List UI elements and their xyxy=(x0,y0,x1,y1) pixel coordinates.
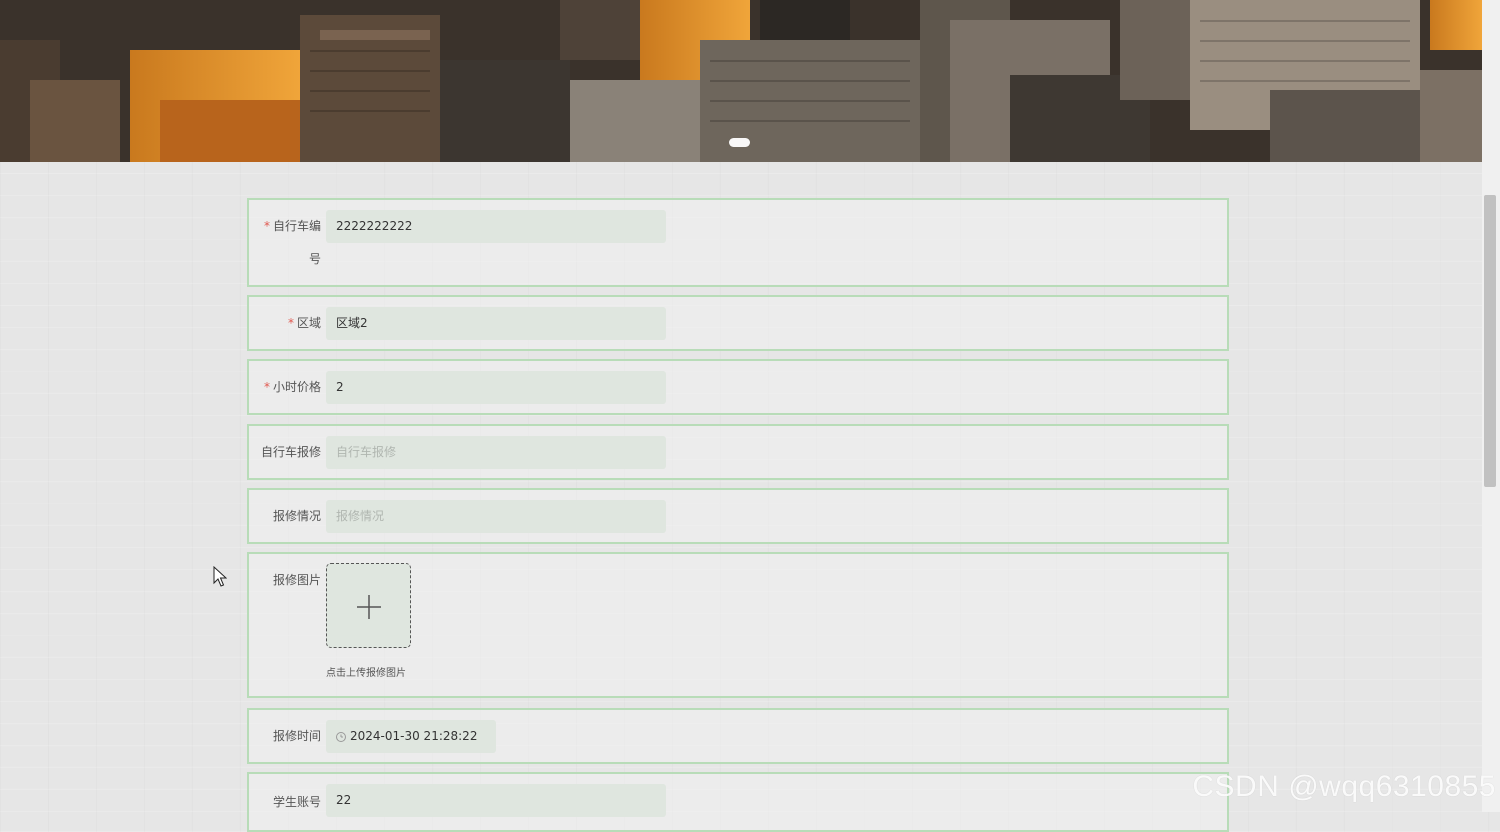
repair-time-picker[interactable]: 2024-01-30 21:28:22 xyxy=(326,720,496,753)
form-row-repair-status: 报修情况 报修情况 xyxy=(247,488,1229,544)
repair-time-label: 报修时间 xyxy=(272,729,321,743)
bike-number-label-line2: 号 xyxy=(308,252,321,266)
area-label-text: 区域 xyxy=(296,316,321,330)
bike-number-label: * 自行车编 xyxy=(255,210,321,243)
image-upload-box[interactable] xyxy=(326,563,411,648)
watermark-text: CSDN @wqq6310855 xyxy=(1192,770,1496,803)
plus-icon xyxy=(357,595,381,619)
form-row-hourly-price: * 小时价格 2 xyxy=(247,359,1229,415)
carousel-indicator-dot[interactable] xyxy=(729,138,750,147)
cursor-icon xyxy=(213,566,227,587)
repair-image-label: 报修图片 xyxy=(272,573,321,587)
bike-number-input[interactable]: 2222222222 xyxy=(326,210,666,243)
area-label: * 区域 xyxy=(255,307,321,340)
required-mark: * xyxy=(263,380,270,394)
form-row-student-account: 学生账号 22 xyxy=(247,772,1229,832)
hourly-price-label-text: 小时价格 xyxy=(272,380,321,394)
hourly-price-input[interactable]: 2 xyxy=(326,371,666,404)
student-account-label: 学生账号 xyxy=(272,795,321,809)
clock-icon xyxy=(336,732,346,742)
page-scrollbar[interactable] xyxy=(1482,0,1500,812)
form-row-repair-image: 报修图片 点击上传报修图片 xyxy=(247,552,1229,698)
form-row-bike-repair: 自行车报修 自行车报修 xyxy=(247,424,1229,480)
required-mark: * xyxy=(263,219,270,233)
bike-number-label-line1: 自行车编 xyxy=(272,219,321,233)
form-row-area: * 区域 区域2 xyxy=(247,295,1229,351)
form-row-bike-number: * 自行车编 号 2222222222 xyxy=(247,198,1229,287)
repair-status-label: 报修情况 xyxy=(272,509,321,523)
required-mark: * xyxy=(287,316,294,330)
student-account-input[interactable]: 22 xyxy=(326,784,666,817)
area-input[interactable]: 区域2 xyxy=(326,307,666,340)
scrollbar-thumb[interactable] xyxy=(1484,195,1496,487)
repair-time-value: 2024-01-30 21:28:22 xyxy=(350,729,478,743)
bike-repair-input[interactable]: 自行车报修 xyxy=(326,436,666,469)
repair-status-input[interactable]: 报修情况 xyxy=(326,500,666,533)
form-row-repair-time: 报修时间 2024-01-30 21:28:22 xyxy=(247,708,1229,764)
upload-hint: 点击上传报修图片 xyxy=(326,668,406,679)
banner-carousel xyxy=(0,0,1482,162)
bike-repair-label: 自行车报修 xyxy=(260,445,321,459)
hourly-price-label: * 小时价格 xyxy=(255,371,321,404)
